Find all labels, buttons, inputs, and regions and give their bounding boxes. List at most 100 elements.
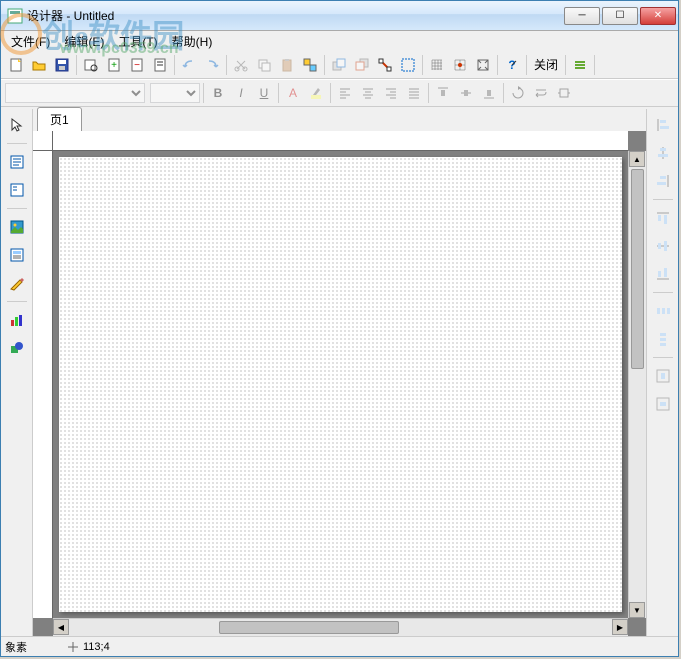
close-button[interactable]: ✕ (640, 7, 676, 25)
help-button[interactable]: ? (501, 54, 523, 76)
undo-button[interactable] (178, 54, 200, 76)
align-vcenter-button[interactable] (651, 234, 675, 258)
valign-middle-button[interactable] (455, 82, 477, 104)
format-toolbar: B I U A (1, 79, 678, 107)
format-tool[interactable] (5, 178, 29, 202)
valign-top-button[interactable] (432, 82, 454, 104)
scroll-right-button[interactable]: ▶ (612, 619, 628, 635)
memo-tool[interactable] (5, 150, 29, 174)
align-left-button[interactable] (334, 82, 356, 104)
ruler-vertical[interactable] (33, 151, 53, 618)
crosshair-icon (67, 641, 79, 653)
page-settings-button[interactable] (149, 54, 171, 76)
font-size-combo[interactable] (150, 83, 200, 103)
menu-file[interactable]: 文件(F) (5, 31, 56, 52)
font-color-button[interactable]: A (282, 82, 304, 104)
separator (203, 83, 204, 103)
redo-button[interactable] (201, 54, 223, 76)
tab-order-button[interactable] (374, 54, 396, 76)
select-all-button[interactable] (397, 54, 419, 76)
group-button[interactable] (299, 54, 321, 76)
save-button[interactable] (51, 54, 73, 76)
svg-text:−: − (134, 60, 140, 71)
new-button[interactable] (5, 54, 27, 76)
subreport-tool[interactable] (5, 243, 29, 267)
separator (7, 208, 27, 209)
menu-toggle-button[interactable] (569, 54, 591, 76)
preview-button[interactable] (80, 54, 102, 76)
rotation-button[interactable] (507, 82, 529, 104)
send-back-button[interactable] (351, 54, 373, 76)
open-button[interactable] (28, 54, 50, 76)
menu-tools[interactable]: 工具(T) (112, 31, 163, 52)
object-toolbar (1, 109, 33, 636)
align-top-edge-button[interactable] (651, 206, 675, 230)
separator (653, 199, 673, 200)
new-page-button[interactable]: + (103, 54, 125, 76)
paste-button[interactable] (276, 54, 298, 76)
align-bottom-edge-button[interactable] (651, 262, 675, 286)
scroll-down-button[interactable]: ▼ (629, 602, 645, 618)
align-justify-button[interactable] (403, 82, 425, 104)
highlight-button[interactable] (305, 82, 327, 104)
autowidth-button[interactable] (553, 82, 575, 104)
design-area: 页1 ▲ ▼ ◀ ▶ (33, 109, 646, 636)
separator (497, 55, 498, 75)
picture-tool[interactable] (5, 215, 29, 239)
maximize-button[interactable]: ☐ (602, 7, 638, 25)
status-coords-value: 113;4 (83, 641, 110, 653)
app-icon (7, 8, 23, 24)
italic-button[interactable]: I (230, 82, 252, 104)
align-right-edge-button[interactable] (651, 169, 675, 193)
space-horizontal-button[interactable] (651, 299, 675, 323)
status-coords: 113;4 (67, 641, 110, 653)
scroll-thumb-v[interactable] (631, 169, 644, 369)
separator (7, 143, 27, 144)
copy-button[interactable] (253, 54, 275, 76)
align-hcenter-button[interactable] (651, 141, 675, 165)
ruler-corner (33, 131, 53, 151)
space-vertical-button[interactable] (651, 327, 675, 351)
minimize-button[interactable]: ─ (564, 7, 600, 25)
cut-button[interactable] (230, 54, 252, 76)
ruler-horizontal[interactable] (53, 131, 628, 151)
center-h-button[interactable] (651, 364, 675, 388)
delete-page-button[interactable]: − (126, 54, 148, 76)
center-v-button[interactable] (651, 392, 675, 416)
show-grid-button[interactable] (426, 54, 448, 76)
align-right-button[interactable] (380, 82, 402, 104)
window-title: 设计器 - Untitled (27, 7, 564, 24)
font-family-combo[interactable] (5, 83, 145, 103)
menubar: 文件(F) 编辑(E) 工具(T) 帮助(H) (1, 31, 678, 51)
separator (653, 292, 673, 293)
close-designer-button[interactable]: 关闭 (530, 54, 562, 75)
design-page[interactable] (59, 157, 622, 612)
shape-tool[interactable] (5, 336, 29, 360)
draw-tool[interactable] (5, 271, 29, 295)
tab-page1[interactable]: 页1 (37, 107, 82, 131)
scroll-thumb-h[interactable] (219, 621, 399, 634)
horizontal-scrollbar[interactable]: ◀ ▶ (53, 618, 628, 636)
canvas-viewport (53, 151, 628, 618)
chart-tool[interactable] (5, 308, 29, 332)
align-left-edge-button[interactable] (651, 113, 675, 137)
vertical-scrollbar[interactable]: ▲ ▼ (628, 151, 646, 618)
pointer-tool[interactable] (5, 113, 29, 137)
valign-bottom-button[interactable] (478, 82, 500, 104)
separator (76, 55, 77, 75)
underline-button[interactable]: U (253, 82, 275, 104)
scroll-up-button[interactable]: ▲ (629, 151, 645, 167)
wordwrap-button[interactable] (530, 82, 552, 104)
menu-help[interactable]: 帮助(H) (166, 31, 219, 52)
scroll-left-button[interactable]: ◀ (53, 619, 69, 635)
separator (226, 55, 227, 75)
bold-button[interactable]: B (207, 82, 229, 104)
menu-edit[interactable]: 编辑(E) (58, 31, 110, 52)
separator (7, 301, 27, 302)
align-center-button[interactable] (357, 82, 379, 104)
snap-grid-button[interactable] (449, 54, 471, 76)
bring-front-button[interactable] (328, 54, 350, 76)
fit-button[interactable] (472, 54, 494, 76)
status-element-label: 象素 (5, 639, 27, 655)
separator (324, 55, 325, 75)
